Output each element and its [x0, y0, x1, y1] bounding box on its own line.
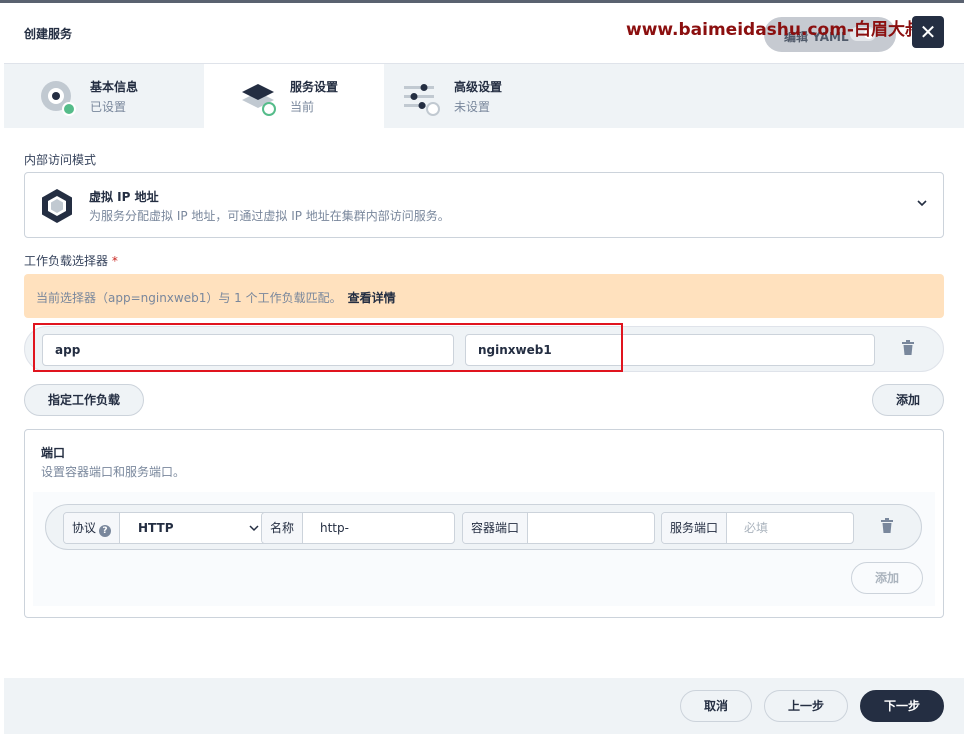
trash-icon[interactable] [901, 340, 915, 356]
step-status: 当前 [290, 100, 315, 114]
chevron-down-icon [917, 200, 927, 207]
service-port-placeholder: 必填 [744, 521, 769, 535]
access-mode-title: 虚拟 IP 地址 [89, 190, 159, 204]
step-status: 未设置 [454, 100, 491, 114]
notice-text: 当前选择器（app=nginxweb1）与 1 个工作负载匹配。 查看详情 [36, 289, 396, 306]
step-title: 基本信息 [90, 80, 139, 94]
step-service-settings[interactable]: 服务设置 当前 [204, 64, 384, 129]
protocol-label-text: 协议 [72, 521, 97, 535]
specify-workload-button[interactable]: 指定工作负载 [24, 384, 144, 416]
notice-message: 当前选择器（app=nginxweb1）与 1 个工作负载匹配。 [36, 291, 342, 305]
step-basic-info[interactable]: 基本信息 已设置 [4, 64, 184, 129]
protocol-value: HTTP [138, 521, 174, 535]
chevron-down-icon [249, 525, 259, 532]
access-mode-description: 为服务分配虚拟 IP 地址，可通过虚拟 IP 地址在集群内部访问服务。 [89, 209, 450, 223]
layers-icon [242, 84, 276, 116]
protocol-label: 协议? [64, 513, 121, 543]
hexagon-cube-icon [42, 189, 72, 223]
workload-selector-label-text: 工作负载选择器 [24, 254, 109, 268]
highlight-frame [33, 323, 623, 372]
access-mode-select[interactable]: 虚拟 IP 地址 为服务分配虚拟 IP 地址，可通过虚拟 IP 地址在集群内部访… [24, 172, 944, 238]
basic-info-icon [41, 81, 76, 116]
view-details-link[interactable]: 查看详情 [348, 291, 396, 305]
add-port-button[interactable]: 添加 [851, 562, 923, 594]
close-icon: ✕ [919, 20, 937, 44]
next-step-button[interactable]: 下一步 [860, 690, 944, 722]
step-nav: 基本信息 已设置 服务设置 当前 高级设置 未设置 [4, 63, 964, 129]
trash-icon[interactable] [880, 518, 894, 534]
cancel-button[interactable]: 取消 [680, 690, 752, 722]
step-title: 服务设置 [290, 80, 339, 94]
port-row: 协议? HTTP 名称 http- 容器端口 服务端口 必填 [45, 504, 922, 550]
step-title: 高级设置 [454, 80, 503, 94]
protocol-select[interactable]: 协议? HTTP [63, 512, 271, 544]
ports-title: 端口 [41, 446, 66, 460]
add-selector-button[interactable]: 添加 [872, 384, 944, 416]
required-mark: * [111, 254, 118, 268]
help-icon[interactable]: ? [99, 525, 112, 537]
container-port-field[interactable]: 容器端口 [462, 512, 655, 544]
workload-selector-label: 工作负载选择器 * [24, 252, 118, 269]
dialog-title: 创建服务 [24, 27, 73, 41]
port-name-value: http- [320, 521, 349, 535]
previous-step-button[interactable]: 上一步 [764, 690, 848, 722]
sliders-icon [404, 84, 440, 116]
ports-list: 协议? HTTP 名称 http- 容器端口 服务端口 必填 添加 [33, 492, 935, 606]
close-button[interactable]: ✕ [912, 16, 944, 48]
service-port-label: 服务端口 [662, 513, 728, 543]
step-status: 已设置 [90, 100, 127, 114]
dialog-footer: 取消 上一步 下一步 [4, 678, 964, 734]
step-advanced-settings[interactable]: 高级设置 未设置 [384, 64, 564, 129]
port-name-field[interactable]: 名称 http- [261, 512, 455, 544]
ports-description: 设置容器端口和服务端口。 [41, 465, 186, 479]
service-port-field[interactable]: 服务端口 必填 [661, 512, 854, 544]
access-mode-label: 内部访问模式 [24, 153, 97, 167]
ports-section: 端口 设置容器端口和服务端口。 协议? HTTP 名称 http- 容器端口 服… [24, 429, 944, 618]
selector-match-notice: 当前选择器（app=nginxweb1）与 1 个工作负载匹配。 查看详情 [24, 274, 944, 318]
dialog-header: 创建服务 编辑 YAML www.baimeidashu.com-白眉大叔 [4, 3, 964, 63]
watermark: www.baimeidashu.com-白眉大叔 [626, 20, 922, 40]
port-name-label: 名称 [262, 513, 304, 543]
container-port-label: 容器端口 [463, 513, 529, 543]
